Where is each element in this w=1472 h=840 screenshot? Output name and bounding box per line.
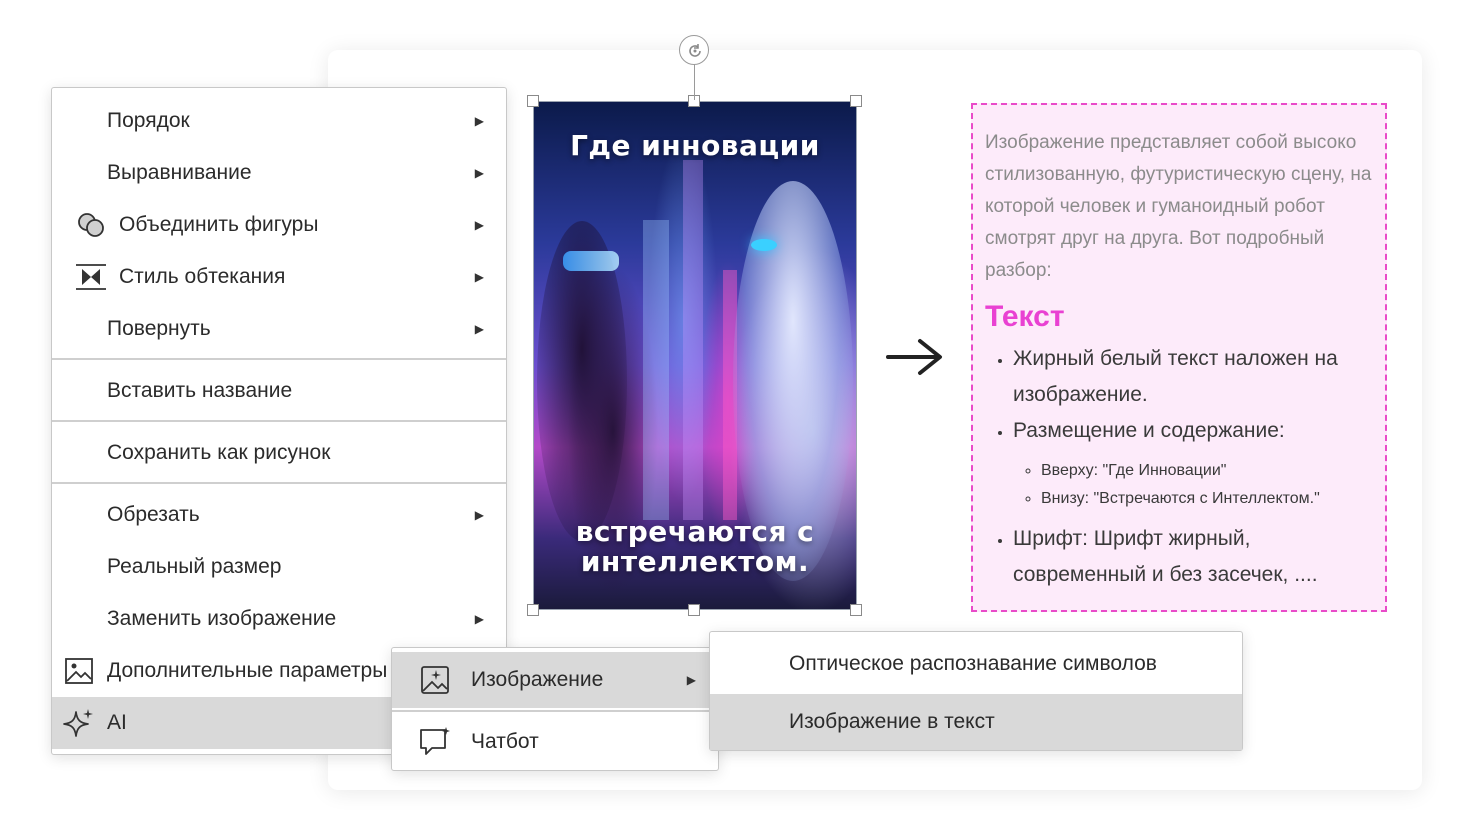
result-sub-bullet: Вверху: "Где Инновации" [1041, 457, 1373, 485]
bullet-text: Шрифт: Шрифт жирный, современный и без з… [1013, 527, 1318, 586]
image-ai-icon [418, 663, 452, 697]
submenu-arrow-icon: ▶ [474, 322, 484, 336]
resize-handle-nw[interactable] [527, 95, 539, 107]
submenu-arrow-icon: ▶ [474, 166, 484, 180]
menu-separator [52, 420, 506, 422]
wrap-style-icon [74, 260, 108, 294]
resize-handle-ne[interactable] [850, 95, 862, 107]
image-submenu: Оптическое распознавание символов Изобра… [709, 631, 1243, 751]
menu-item-rotate[interactable]: Повернуть ▶ [52, 303, 506, 355]
menu-item-actual-size[interactable]: Реальный размер [52, 541, 506, 593]
sparkle-icon [62, 706, 96, 740]
bg-tower [643, 220, 669, 520]
menu-separator [392, 710, 718, 712]
menu-item-image[interactable]: Изображение ▶ [392, 652, 718, 708]
menu-item-replace-image[interactable]: Заменить изображение ▶ [52, 593, 506, 645]
menu-item-label: Обрезать [107, 503, 200, 526]
menu-item-chatbot[interactable]: Чатбот [392, 716, 718, 768]
menu-item-label: Заменить изображение [107, 607, 337, 630]
menu-item-wrap-style[interactable]: Стиль обтекания ▶ [52, 251, 506, 303]
result-description: Изображение представляет собой высоко ст… [985, 132, 1372, 281]
submenu-arrow-icon: ▶ [474, 114, 484, 128]
result-sub-bullet: Внизу: "Встречаются с Интеллектом." [1041, 485, 1373, 513]
result-bullet: Размещение и содержание: Вверху: "Где Ин… [1013, 413, 1373, 513]
menu-item-label: AI [107, 711, 127, 734]
submenu-arrow-icon: ▶ [474, 270, 484, 284]
menu-item-order[interactable]: Порядок ▶ [52, 95, 506, 147]
submenu-arrow-icon: ▶ [686, 673, 696, 687]
menu-item-label: Вставить название [107, 379, 293, 402]
menu-item-label: Изображение [471, 668, 604, 691]
resize-handle-sw[interactable] [527, 604, 539, 616]
menu-item-insert-caption[interactable]: Вставить название [52, 365, 506, 417]
menu-item-label: Чатбот [471, 730, 539, 753]
menu-item-label: Повернуть [107, 317, 211, 340]
image-headline-bottom: встречаются с интеллектом. [575, 515, 815, 578]
image-icon [62, 654, 96, 688]
bullet-text: Размещение и содержание: [1013, 419, 1285, 442]
result-sub-list: Вверху: "Где Инновации" Внизу: "Встречаю… [1013, 457, 1373, 513]
menu-item-label: Реальный размер [107, 555, 282, 578]
image-headline-top: Где инновации [570, 129, 820, 162]
menu-separator [52, 358, 506, 360]
resize-handle-se[interactable] [850, 604, 862, 616]
menu-item-label: Дополнительные параметры [107, 659, 388, 682]
ai-result-textbox[interactable]: Изображение представляет собой высоко ст… [971, 103, 1387, 612]
ai-submenu: Изображение ▶ Чатбот [391, 647, 719, 771]
menu-item-label: Стиль обтекания [119, 265, 286, 288]
menu-item-label: Сохранить как рисунок [107, 441, 331, 464]
bg-tower [683, 160, 703, 520]
submenu-arrow-icon: ▶ [474, 508, 484, 522]
menu-item-image-to-text[interactable]: Изображение в текст [710, 694, 1242, 750]
menu-item-save-as-picture[interactable]: Сохранить как рисунок [52, 427, 506, 479]
menu-item-merge-shapes[interactable]: Объединить фигуры ▶ [52, 199, 506, 251]
menu-separator [52, 482, 506, 484]
rotation-stem [694, 64, 695, 100]
submenu-arrow-icon: ▶ [474, 218, 484, 232]
resize-handle-s[interactable] [688, 604, 700, 616]
result-heading: Текст [985, 300, 1065, 333]
menu-item-align[interactable]: Выравнивание ▶ [52, 147, 506, 199]
rotate-icon[interactable] [679, 35, 709, 65]
menu-item-label: Изображение в текст [789, 710, 995, 733]
menu-item-label: Объединить фигуры [119, 213, 319, 236]
chat-icon [418, 725, 452, 759]
menu-item-crop[interactable]: Обрезать ▶ [52, 489, 506, 541]
result-bullet-list: Жирный белый текст наложен на изображени… [985, 341, 1373, 593]
result-bullet: Шрифт: Шрифт жирный, современный и без з… [1013, 521, 1373, 593]
merge-shapes-icon [74, 208, 108, 242]
slide-image[interactable]: Где инновации встречаются с интеллектом. [533, 101, 857, 610]
menu-item-label: Порядок [107, 109, 190, 132]
menu-item-ocr[interactable]: Оптическое распознавание символов [710, 636, 1242, 692]
arrow-right-icon [886, 339, 942, 375]
result-bullet: Жирный белый текст наложен на изображени… [1013, 341, 1373, 413]
visor [563, 251, 619, 271]
bullet-text: Жирный белый текст наложен на изображени… [1013, 347, 1338, 406]
submenu-arrow-icon: ▶ [474, 612, 484, 626]
menu-item-label: Выравнивание [107, 161, 252, 184]
menu-item-label: Оптическое распознавание символов [789, 652, 1157, 675]
robot-eye [751, 239, 777, 251]
